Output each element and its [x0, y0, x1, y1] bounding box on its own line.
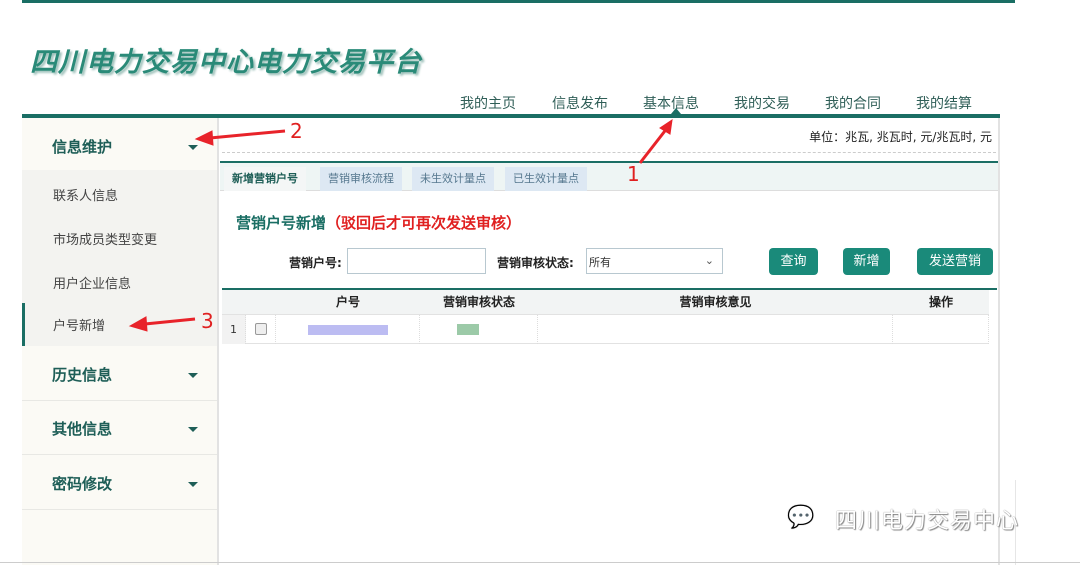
annotation-2: 2: [290, 119, 303, 143]
arrow-1: [638, 126, 670, 164]
arrow-3: [144, 317, 196, 326]
wechat-icon: 💬: [787, 505, 815, 530]
arrow-3-head: [128, 316, 148, 332]
arrow-2: [209, 129, 286, 140]
annotation-1: 1: [627, 162, 640, 186]
annotation-arrows: [128, 118, 673, 332]
watermark: 四川电力交易中心: [835, 509, 1020, 534]
arrow-1-head: [659, 118, 673, 135]
arrow-2-head: [194, 130, 214, 146]
annotation-3: 3: [201, 309, 214, 333]
